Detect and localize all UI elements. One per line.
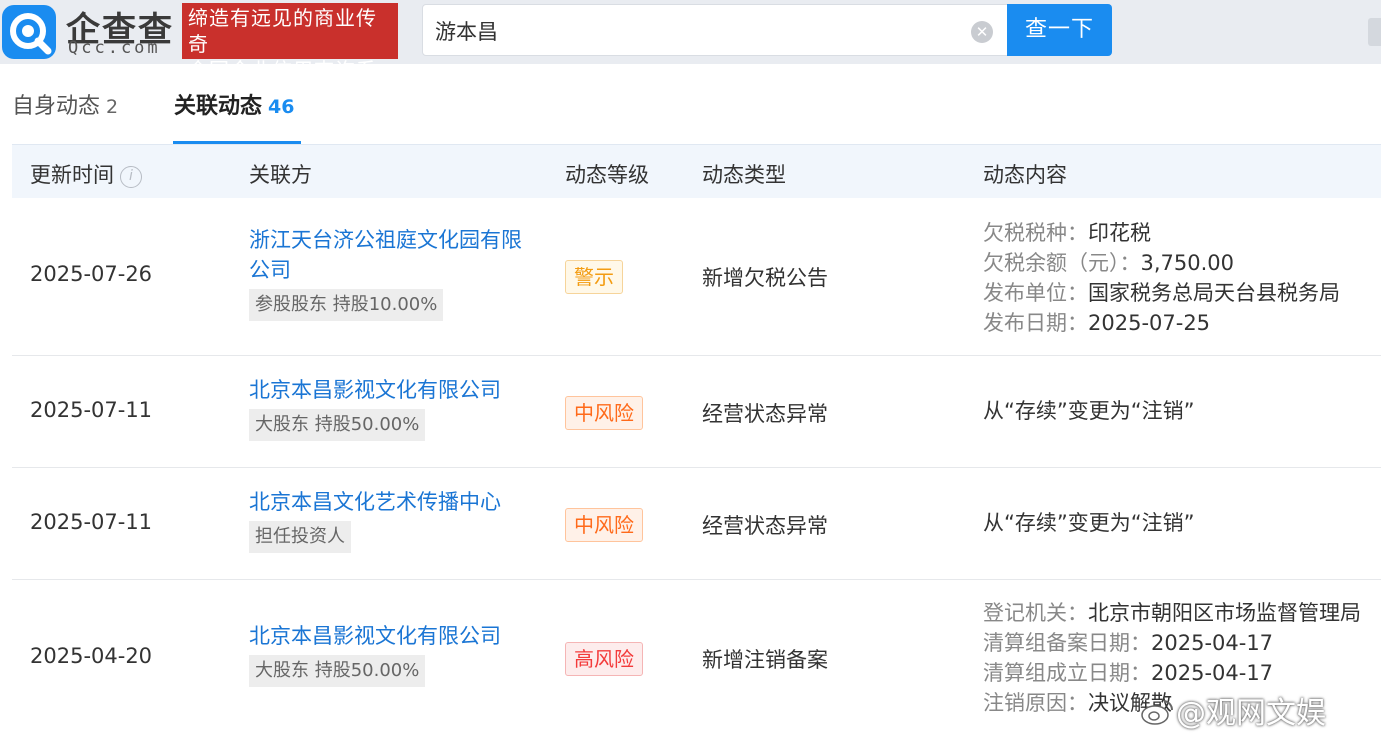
column-header-party: 关联方 (249, 163, 312, 187)
search-input[interactable] (435, 17, 955, 45)
clear-icon[interactable]: ✕ (971, 21, 993, 43)
column-header-content: 动态内容 (983, 163, 1067, 187)
info-icon[interactable]: i (120, 166, 142, 188)
weibo-icon (1141, 700, 1174, 725)
level-badge: 警示 (565, 260, 623, 294)
dynamic-type: 新增欠税公告 (702, 266, 828, 290)
relation-tag: 参股股东 持股10.00% (249, 289, 444, 321)
related-party-link[interactable]: 北京本昌文化艺术传播中心 (249, 487, 549, 517)
related-party: 北京本昌影视文化有限公司 大股东 持股50.00% (249, 375, 549, 441)
qcc-logo[interactable]: 企查查 Qcc.com (2, 2, 180, 60)
dynamic-type: 经营状态异常 (702, 514, 828, 538)
column-header-type: 动态类型 (702, 163, 786, 187)
column-header-time[interactable]: 更新时间 i (30, 159, 142, 189)
header-side-button[interactable] (1368, 18, 1381, 46)
related-party-link[interactable]: 浙江天台济公祖庭文化园有限 公司 (249, 225, 549, 285)
level-badge: 中风险 (565, 396, 643, 430)
related-party: 浙江天台济公祖庭文化园有限 公司 参股股东 持股10.00% (249, 225, 549, 321)
content-line: 欠税余额（元）：3,750.00 (983, 251, 1235, 275)
content-line: 清算组备案日期：2025-04-17 (983, 631, 1274, 655)
relation-tag: 大股东 持股50.00% (249, 655, 426, 687)
update-date: 2025-07-11 (30, 398, 153, 422)
tab-count: 46 (268, 96, 295, 118)
tab-self-dynamics[interactable]: 自身动态 2 (12, 88, 118, 120)
tab-count: 2 (106, 96, 119, 118)
party-name-line: 公司 (249, 258, 291, 282)
tab-label: 关联动态 (174, 94, 263, 119)
table-header: 更新时间 i 关联方 动态等级 动态类型 动态内容 (12, 144, 1381, 198)
column-header-level: 动态等级 (565, 163, 649, 187)
content-line: 发布日期：2025-07-25 (983, 311, 1211, 335)
search-box: ✕ (422, 4, 1008, 56)
relation-tag: 担任投资人 (249, 521, 351, 553)
dynamic-content: 从“存续”变更为“注销” (983, 399, 1195, 423)
dynamic-type: 新增注销备案 (702, 648, 828, 672)
qcc-logo-icon (2, 5, 56, 59)
related-party-link[interactable]: 北京本昌影视文化有限公司 (249, 375, 549, 405)
level-badge: 高风险 (565, 642, 643, 676)
dynamic-content: 欠税税种：印花税 欠税余额（元）：3,750.00 发布单位：国家税务总局天台县… (983, 218, 1340, 338)
related-party-link[interactable]: 北京本昌影视文化有限公司 (249, 621, 549, 651)
slogan-line-1: 缔造有远见的商业传奇 (188, 6, 377, 56)
party-name-line: 浙江天台济公祖庭文化园有限 (249, 228, 522, 252)
table-row: 2025-07-11 北京本昌影视文化有限公司 大股东 持股50.00% 中风险… (12, 356, 1381, 468)
related-party: 北京本昌文化艺术传播中心 担任投资人 (249, 487, 549, 553)
dynamics-tabs: 自身动态 2 关联动态 46 (0, 64, 1381, 144)
level-badge: 中风险 (565, 508, 643, 542)
related-party: 北京本昌影视文化有限公司 大股东 持股50.00% (249, 621, 549, 687)
update-date: 2025-04-20 (30, 644, 153, 668)
content-line: 清算组成立日期：2025-04-17 (983, 661, 1274, 685)
content-line: 发布单位：国家税务总局天台县税务局 (983, 281, 1340, 305)
table-row: 2025-07-11 北京本昌文化艺术传播中心 担任投资人 中风险 经营状态异常… (12, 468, 1381, 580)
watermark-text: @观网文娱 (1176, 696, 1326, 731)
search-button[interactable]: 查一下 (1007, 4, 1112, 56)
table-row: 2025-07-26 浙江天台济公祖庭文化园有限 公司 参股股东 持股10.00%… (12, 198, 1381, 356)
update-date: 2025-07-26 (30, 262, 153, 286)
relation-tag: 大股东 持股50.00% (249, 409, 426, 441)
tab-label: 自身动态 (12, 94, 101, 119)
slogan-banner: 缔造有远见的商业传奇 全国企业信用查询系统 (182, 3, 398, 108)
column-header-label: 更新时间 (30, 163, 114, 187)
dynamic-content: 从“存续”变更为“注销” (983, 511, 1195, 535)
weibo-watermark: @观网文娱 (1140, 688, 1326, 732)
update-date: 2025-07-11 (30, 510, 153, 534)
top-header: 企查查 Qcc.com 缔造有远见的商业传奇 全国企业信用查询系统 ✕ 查一下 (0, 0, 1381, 108)
content-line: 登记机关：北京市朝阳区市场监督管理局 (983, 601, 1361, 625)
logo-text-en: Qcc.com (68, 38, 161, 58)
content-line: 欠税税种：印花税 (983, 221, 1151, 245)
dynamic-type: 经营状态异常 (702, 402, 828, 426)
tab-related-dynamics[interactable]: 关联动态 46 (174, 88, 294, 120)
